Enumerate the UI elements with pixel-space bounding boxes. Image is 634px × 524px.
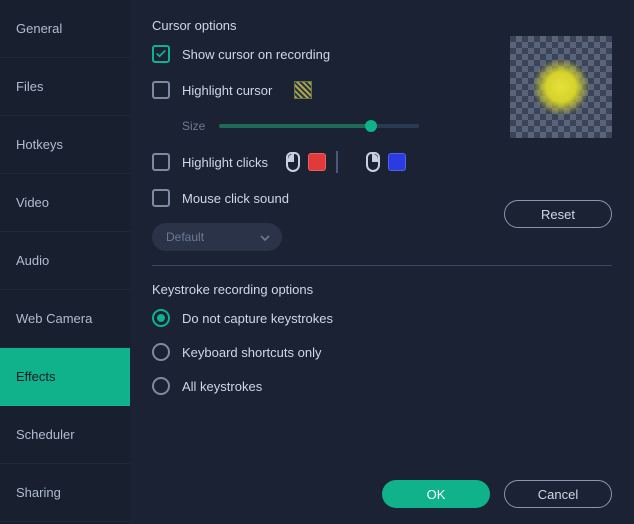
radio-shortcuts-only-label: Keyboard shortcuts only — [182, 345, 321, 360]
mouse-right-icon — [366, 152, 380, 172]
size-slider[interactable] — [219, 124, 419, 128]
show-cursor-checkbox[interactable] — [152, 45, 170, 63]
highlight-cursor-checkbox[interactable] — [152, 81, 170, 99]
radio-shortcuts-only[interactable] — [152, 343, 170, 361]
sound-dropdown[interactable]: Default — [152, 223, 282, 251]
radio-do-not-capture-row: Do not capture keystrokes — [152, 307, 612, 329]
sidebar-item-general[interactable]: General — [0, 0, 130, 58]
mouse-click-sound-checkbox[interactable] — [152, 189, 170, 207]
sidebar-item-effects[interactable]: Effects — [0, 348, 130, 406]
mouse-click-sound-label: Mouse click sound — [182, 191, 289, 206]
chevron-down-icon — [260, 230, 270, 244]
sidebar-item-web-camera[interactable]: Web Camera — [0, 290, 130, 348]
ok-button[interactable]: OK — [382, 480, 490, 508]
highlight-cursor-label: Highlight cursor — [182, 83, 272, 98]
mouse-left-icon — [286, 152, 300, 172]
content-panel: Cursor options Show cursor on recording … — [130, 0, 634, 524]
slider-fill — [219, 124, 371, 128]
highlight-clicks-checkbox[interactable] — [152, 153, 170, 171]
right-click-color[interactable] — [388, 153, 406, 171]
reset-button[interactable]: Reset — [504, 200, 612, 228]
radio-do-not-capture-label: Do not capture keystrokes — [182, 311, 333, 326]
sidebar-item-video[interactable]: Video — [0, 174, 130, 232]
section-divider — [152, 265, 612, 266]
radio-all-keystrokes[interactable] — [152, 377, 170, 395]
radio-shortcuts-only-row: Keyboard shortcuts only — [152, 341, 612, 363]
radio-all-keystrokes-label: All keystrokes — [182, 379, 262, 394]
cursor-preview — [510, 36, 612, 138]
left-click-color[interactable] — [308, 153, 326, 171]
check-icon — [155, 48, 167, 60]
cursor-options-title: Cursor options — [152, 18, 612, 33]
sidebar-item-hotkeys[interactable]: Hotkeys — [0, 116, 130, 174]
preview-glow — [532, 58, 590, 116]
keystroke-options-title: Keystroke recording options — [152, 282, 612, 297]
sidebar-item-sharing[interactable]: Sharing — [0, 464, 130, 522]
highlight-clicks-row: Highlight clicks — [152, 151, 612, 173]
show-cursor-label: Show cursor on recording — [182, 47, 330, 62]
footer: OK Cancel — [382, 480, 612, 508]
sidebar: General Files Hotkeys Video Audio Web Ca… — [0, 0, 130, 524]
sidebar-item-audio[interactable]: Audio — [0, 232, 130, 290]
highlight-color-swatch[interactable] — [294, 81, 312, 99]
sound-dropdown-value: Default — [166, 230, 204, 244]
highlight-clicks-label: Highlight clicks — [182, 155, 268, 170]
sidebar-item-scheduler[interactable]: Scheduler — [0, 406, 130, 464]
divider — [336, 151, 338, 173]
size-label: Size — [182, 119, 205, 133]
cancel-button[interactable]: Cancel — [504, 480, 612, 508]
sidebar-item-files[interactable]: Files — [0, 58, 130, 116]
slider-thumb[interactable] — [365, 120, 377, 132]
app-root: General Files Hotkeys Video Audio Web Ca… — [0, 0, 634, 524]
radio-do-not-capture[interactable] — [152, 309, 170, 327]
radio-all-keystrokes-row: All keystrokes — [152, 375, 612, 397]
